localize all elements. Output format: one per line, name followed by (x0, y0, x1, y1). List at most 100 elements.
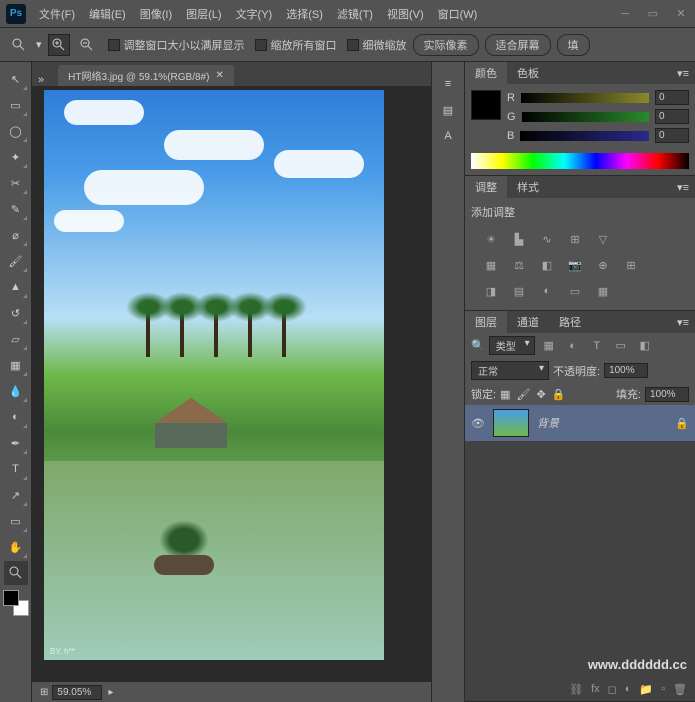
minimize-button[interactable]: ─ (611, 4, 639, 24)
gradient-tool[interactable]: ▦ (4, 353, 28, 377)
filter-kind-dropdown[interactable]: 类型 (489, 336, 535, 355)
channel-mixer-icon[interactable]: ⊕ (593, 256, 613, 274)
filter-type-icon[interactable]: T (587, 337, 607, 355)
foreground-color[interactable] (3, 590, 19, 606)
current-tool-preset[interactable] (8, 34, 30, 56)
dock-properties-icon[interactable]: ▤ (436, 98, 460, 122)
levels-icon[interactable]: ▙ (509, 230, 529, 248)
adjustment-layer-icon[interactable]: ◐ (625, 683, 632, 695)
blur-tool[interactable]: 💧 (4, 379, 28, 403)
layer-style-icon[interactable]: fx (591, 683, 600, 695)
menu-type[interactable]: 文字(Y) (229, 6, 280, 22)
brightness-icon[interactable]: ☀ (481, 230, 501, 248)
dock-character-icon[interactable]: A (436, 124, 460, 148)
eyedropper-tool[interactable]: ✎ (4, 197, 28, 221)
crop-tool[interactable]: ✂ (4, 171, 28, 195)
history-brush-tool[interactable]: ↺ (4, 301, 28, 325)
color-balance-icon[interactable]: ⚖ (509, 256, 529, 274)
close-tab-icon[interactable]: ✕ (215, 70, 223, 81)
menu-filter[interactable]: 滤镜(T) (330, 6, 380, 22)
scrubby-zoom-checkbox[interactable] (347, 39, 359, 51)
fill-screen-button[interactable]: 填 (557, 34, 590, 56)
menu-image[interactable]: 图像(I) (133, 6, 179, 22)
close-button[interactable]: ✕ (667, 4, 695, 24)
color-swatch[interactable] (471, 90, 501, 120)
filter-adjust-icon[interactable]: ◐ (563, 337, 583, 355)
menu-window[interactable]: 窗口(W) (431, 6, 485, 22)
canvas[interactable]: BY. h** (44, 90, 384, 660)
pen-tool[interactable]: ✒ (4, 431, 28, 455)
color-panel-menu[interactable]: ▾≡ (671, 67, 695, 80)
lock-all-icon[interactable]: 🔒 (552, 388, 566, 401)
photo-filter-icon[interactable]: 📷 (565, 256, 585, 274)
stamp-tool[interactable]: ▲ (4, 275, 28, 299)
opacity-field[interactable]: 100% (604, 363, 648, 378)
delete-layer-icon[interactable]: 🗑 (673, 683, 687, 696)
tab-paths[interactable]: 路径 (549, 311, 591, 333)
status-expand-icon[interactable]: ⊞ (40, 687, 48, 698)
tab-adjustments[interactable]: 调整 (465, 176, 507, 198)
menu-view[interactable]: 视图(V) (380, 6, 431, 22)
bw-icon[interactable]: ◧ (537, 256, 557, 274)
new-layer-icon[interactable]: ▫ (661, 683, 665, 695)
hand-tool[interactable]: ✋ (4, 535, 28, 559)
eraser-tool[interactable]: ▱ (4, 327, 28, 351)
menu-edit[interactable]: 编辑(E) (82, 6, 133, 22)
hue-icon[interactable]: ▦ (481, 256, 501, 274)
fill-field[interactable]: 100% (645, 387, 689, 402)
layer-row[interactable]: 👁 背景 🔒 (465, 405, 695, 441)
status-arrow-icon[interactable]: ▸ (108, 687, 113, 698)
lookup-icon[interactable]: ⊞ (621, 256, 641, 274)
tab-channels[interactable]: 通道 (507, 311, 549, 333)
path-select-tool[interactable]: ↗ (4, 483, 28, 507)
filter-pixel-icon[interactable]: ▦ (539, 337, 559, 355)
color-swatches[interactable] (3, 590, 29, 616)
layer-name[interactable]: 背景 (537, 415, 667, 431)
zoom-field[interactable]: 59.05% (52, 685, 102, 700)
brush-tool[interactable]: 🖌 (4, 249, 28, 273)
actual-pixels-button[interactable]: 实际像素 (413, 34, 479, 56)
zoom-out-button[interactable] (76, 34, 98, 56)
type-tool[interactable]: T (4, 457, 28, 481)
dock-history-icon[interactable]: ≡ (436, 72, 460, 96)
lock-transparent-icon[interactable]: ▦ (500, 388, 510, 401)
g-slider[interactable] (522, 112, 649, 122)
vibrance-icon[interactable]: ▽ (593, 230, 613, 248)
filter-icon[interactable]: 🔍 (471, 339, 485, 352)
zoom-in-button[interactable] (48, 34, 70, 56)
dodge-tool[interactable]: ◐ (4, 405, 28, 429)
r-slider[interactable] (521, 93, 649, 103)
tab-layers[interactable]: 图层 (465, 311, 507, 333)
marquee-tool[interactable]: ▭ (4, 93, 28, 117)
document-tab[interactable]: HT网络3.jpg @ 59.1%(RGB/8#) ✕ (58, 65, 234, 86)
layer-mask-icon[interactable]: ◻ (608, 683, 617, 696)
lasso-tool[interactable]: ◯ (4, 119, 28, 143)
layer-thumbnail[interactable] (493, 409, 529, 437)
threshold-icon[interactable]: ◐ (537, 282, 557, 300)
filter-smart-icon[interactable]: ◧ (635, 337, 655, 355)
maximize-button[interactable]: ▭ (639, 4, 667, 24)
color-spectrum[interactable] (471, 153, 689, 169)
visibility-icon[interactable]: 👁 (471, 417, 485, 430)
adjust-panel-menu[interactable]: ▾≡ (671, 181, 695, 194)
tab-styles[interactable]: 样式 (507, 176, 549, 198)
menu-layer[interactable]: 图层(L) (179, 6, 228, 22)
zoom-all-checkbox[interactable] (255, 39, 267, 51)
b-value[interactable]: 0 (655, 128, 689, 143)
selective-color-icon[interactable]: ▦ (593, 282, 613, 300)
invert-icon[interactable]: ◨ (481, 282, 501, 300)
move-tool[interactable]: ↖ (4, 67, 28, 91)
layers-panel-menu[interactable]: ▾≡ (671, 316, 695, 329)
link-layers-icon[interactable]: ⛓ (569, 683, 583, 696)
blend-mode-dropdown[interactable]: 正常 (471, 361, 549, 380)
tab-color[interactable]: 颜色 (465, 62, 507, 84)
menu-file[interactable]: 文件(F) (32, 6, 82, 22)
fit-screen-button[interactable]: 适合屏幕 (485, 34, 551, 56)
healing-tool[interactable]: ⌀ (4, 223, 28, 247)
menu-select[interactable]: 选择(S) (279, 6, 330, 22)
g-value[interactable]: 0 (655, 109, 689, 124)
magic-wand-tool[interactable]: ✦ (4, 145, 28, 169)
filter-shape-icon[interactable]: ▭ (611, 337, 631, 355)
lock-position-icon[interactable]: ✥ (536, 388, 545, 401)
r-value[interactable]: 0 (655, 90, 689, 105)
